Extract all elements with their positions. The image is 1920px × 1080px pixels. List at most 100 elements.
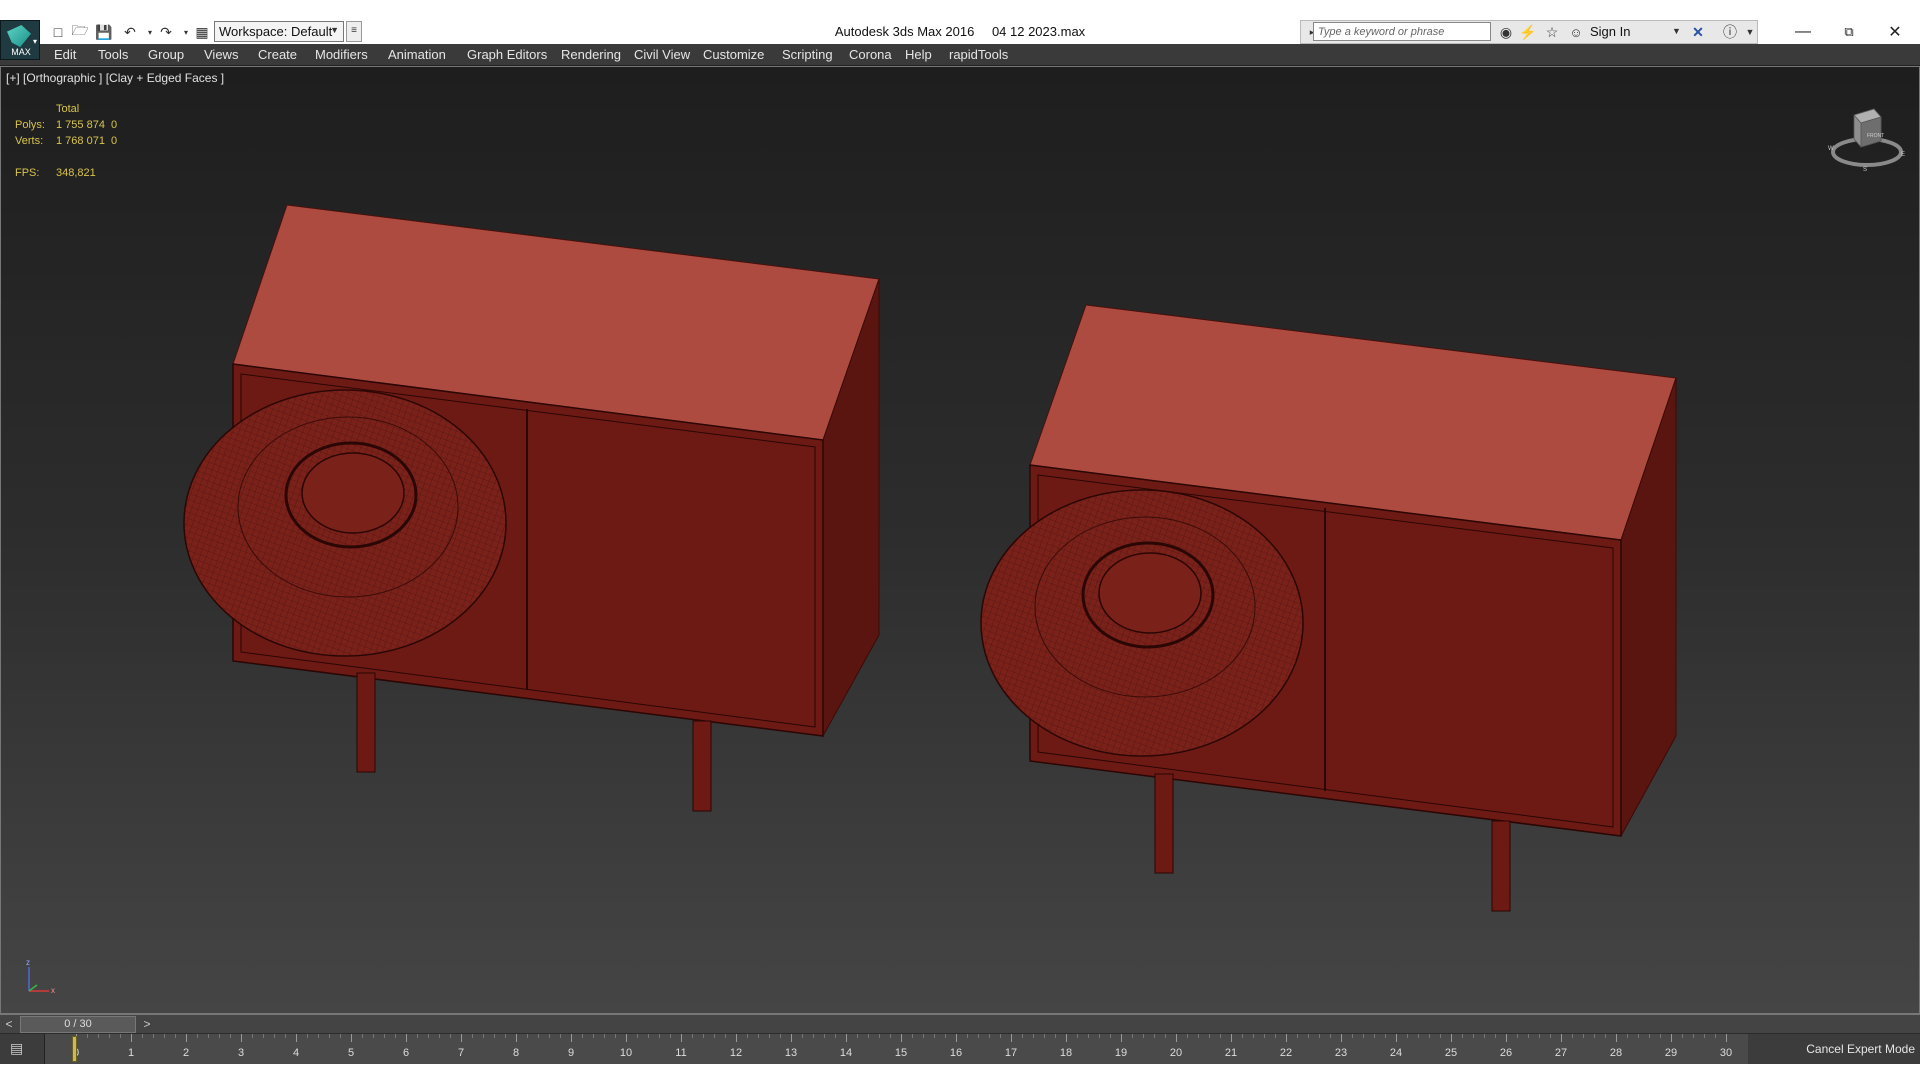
scene-canvas[interactable] — [1, 67, 1920, 1014]
track-bar-minor-tick — [1044, 1034, 1045, 1038]
track-bar-minor-tick — [1275, 1034, 1276, 1038]
redo-icon[interactable]: ↷ — [156, 22, 176, 42]
restore-button[interactable]: ⧉ — [1826, 20, 1872, 44]
track-bar-tick-label: 12 — [729, 1047, 743, 1059]
track-bar-minor-tick — [934, 1034, 935, 1038]
y-axis-line — [28, 984, 38, 992]
track-bar-major-tick — [296, 1034, 297, 1042]
track-bar-minor-tick — [1660, 1034, 1661, 1038]
track-bar-minor-tick — [142, 1034, 143, 1038]
track-bar-major-tick — [1396, 1034, 1397, 1042]
track-bar-minor-tick — [1198, 1034, 1199, 1038]
track-bar-minor-tick — [494, 1034, 495, 1038]
communication-center-icon[interactable]: ⚡ — [1518, 22, 1538, 42]
track-bar-tick-label: 29 — [1664, 1047, 1678, 1059]
track-bar-minor-tick — [989, 1034, 990, 1038]
sign-in-link[interactable]: Sign In — [1590, 24, 1630, 39]
track-bar-minor-tick — [1484, 1034, 1485, 1038]
track-bar-major-tick — [901, 1034, 902, 1042]
current-frame-marker[interactable] — [72, 1036, 77, 1062]
menu-views[interactable]: Views — [204, 47, 238, 62]
menu-tools[interactable]: Tools — [98, 47, 128, 62]
chevron-down-icon[interactable]: ▼ — [1672, 26, 1681, 36]
track-bar-tick-label: 6 — [402, 1047, 410, 1059]
track-bar-major-tick — [1726, 1034, 1727, 1042]
time-slider-next-button[interactable]: > — [140, 1017, 154, 1033]
menu-scripting[interactable]: Scripting — [782, 47, 833, 62]
help-icon[interactable]: ⓘ — [1720, 22, 1740, 42]
track-bar-minor-tick — [329, 1034, 330, 1038]
track-bar-minor-tick — [1495, 1034, 1496, 1038]
project-folder-icon[interactable]: ▦ — [192, 22, 212, 42]
track-bar-tick-label: 15 — [894, 1047, 908, 1059]
track-bar-tick-label: 1 — [127, 1047, 135, 1059]
time-slider-thumb[interactable]: 0 / 30 — [20, 1016, 136, 1033]
track-bar-minor-tick — [835, 1034, 836, 1038]
track-bar-minor-tick — [1517, 1034, 1518, 1038]
cancel-expert-mode-button[interactable]: Cancel Expert Mode — [1800, 1036, 1920, 1062]
track-bar-minor-tick — [208, 1034, 209, 1038]
minimize-button[interactable]: — — [1780, 20, 1826, 44]
binoculars-icon[interactable]: ◉ — [1496, 22, 1516, 42]
favorites-star-icon[interactable]: ☆ — [1542, 22, 1562, 42]
track-bar-minor-tick — [1143, 1034, 1144, 1038]
menu-create[interactable]: Create — [258, 47, 297, 62]
track-bar-minor-tick — [1528, 1034, 1529, 1038]
track-bar-minor-tick — [582, 1034, 583, 1038]
track-bar-major-tick — [791, 1034, 792, 1042]
viewport-label-menu[interactable]: [+] [Orthographic ] [Clay + Edged Faces … — [6, 71, 224, 85]
track-bar-minor-tick — [1099, 1034, 1100, 1038]
menu-help[interactable]: Help — [905, 47, 932, 62]
menu-modifiers[interactable]: Modifiers — [315, 47, 368, 62]
application-menu-button[interactable]: MAX ▾ — [0, 20, 40, 60]
menu-rapidtools[interactable]: rapidTools — [949, 47, 1008, 62]
track-bar-major-tick — [681, 1034, 682, 1042]
help-dropdown-icon[interactable]: ▼ — [1740, 22, 1760, 42]
menu-edit[interactable]: Edit — [54, 47, 76, 62]
track-bar-minor-tick — [824, 1034, 825, 1038]
new-file-icon[interactable]: □ — [48, 22, 68, 42]
track-bar-minor-tick — [945, 1034, 946, 1038]
menu-customize[interactable]: Customize — [703, 47, 764, 62]
mini-curve-editor-icon[interactable]: ▤ — [10, 1040, 32, 1058]
track-bar-minor-tick — [1132, 1034, 1133, 1038]
speaker-cabinet-right[interactable] — [980, 304, 1677, 912]
menu-civil-view[interactable]: Civil View — [634, 47, 690, 62]
quick-access-customize-icon[interactable]: ≡ — [346, 21, 362, 42]
track-bar-minor-tick — [1539, 1034, 1540, 1038]
track-bar-minor-tick — [384, 1034, 385, 1038]
track-bar-ruler[interactable]: 0123456789101112131415161718192021222324… — [44, 1034, 1748, 1064]
menu-graph-editors[interactable]: Graph Editors — [467, 47, 547, 62]
menu-group[interactable]: Group — [148, 47, 184, 62]
track-bar-tick-label: 18 — [1059, 1047, 1073, 1059]
track-bar-minor-tick — [1550, 1034, 1551, 1038]
track-bar-tick-label: 10 — [619, 1047, 633, 1059]
time-slider[interactable]: < 0 / 30 > — [0, 1014, 1920, 1034]
track-bar-minor-tick — [1462, 1034, 1463, 1038]
track-bar-minor-tick — [428, 1034, 429, 1038]
track-bar-minor-tick — [648, 1034, 649, 1038]
track-bar-minor-tick — [1594, 1034, 1595, 1038]
horn-throat — [1098, 552, 1202, 634]
track-bar-tick-label: 25 — [1444, 1047, 1458, 1059]
exchange-apps-icon[interactable]: ✕ — [1688, 22, 1708, 42]
menu-animation[interactable]: Animation — [388, 47, 446, 62]
track-bar-minor-tick — [483, 1034, 484, 1038]
save-file-icon[interactable]: 💾 — [94, 22, 114, 42]
title-bar: □ 🗁 💾 ↶ ▾ ↷ ▾ ▦ Workspace: Default ▼ ≡ A… — [0, 0, 1920, 44]
speaker-cabinet-left[interactable] — [183, 204, 880, 812]
viewcube[interactable]: FRONT S E W — [1827, 97, 1907, 177]
perspective-viewport[interactable]: [+] [Orthographic ] [Clay + Edged Faces … — [0, 66, 1920, 1014]
close-button[interactable]: ✕ — [1872, 20, 1918, 44]
chevron-down-icon: ▼ — [330, 25, 339, 35]
track-bar-minor-tick — [879, 1034, 880, 1038]
menu-rendering[interactable]: Rendering — [561, 47, 621, 62]
open-file-icon[interactable]: 🗁 — [70, 22, 90, 42]
menu-corona[interactable]: Corona — [849, 47, 892, 62]
time-slider-prev-button[interactable]: < — [2, 1017, 16, 1033]
workspace-select[interactable]: Workspace: Default ▼ — [214, 21, 344, 42]
track-bar-minor-tick — [593, 1034, 594, 1038]
search-input[interactable] — [1313, 22, 1491, 41]
track-bar-major-tick — [956, 1034, 957, 1042]
undo-icon[interactable]: ↶ — [120, 22, 140, 42]
